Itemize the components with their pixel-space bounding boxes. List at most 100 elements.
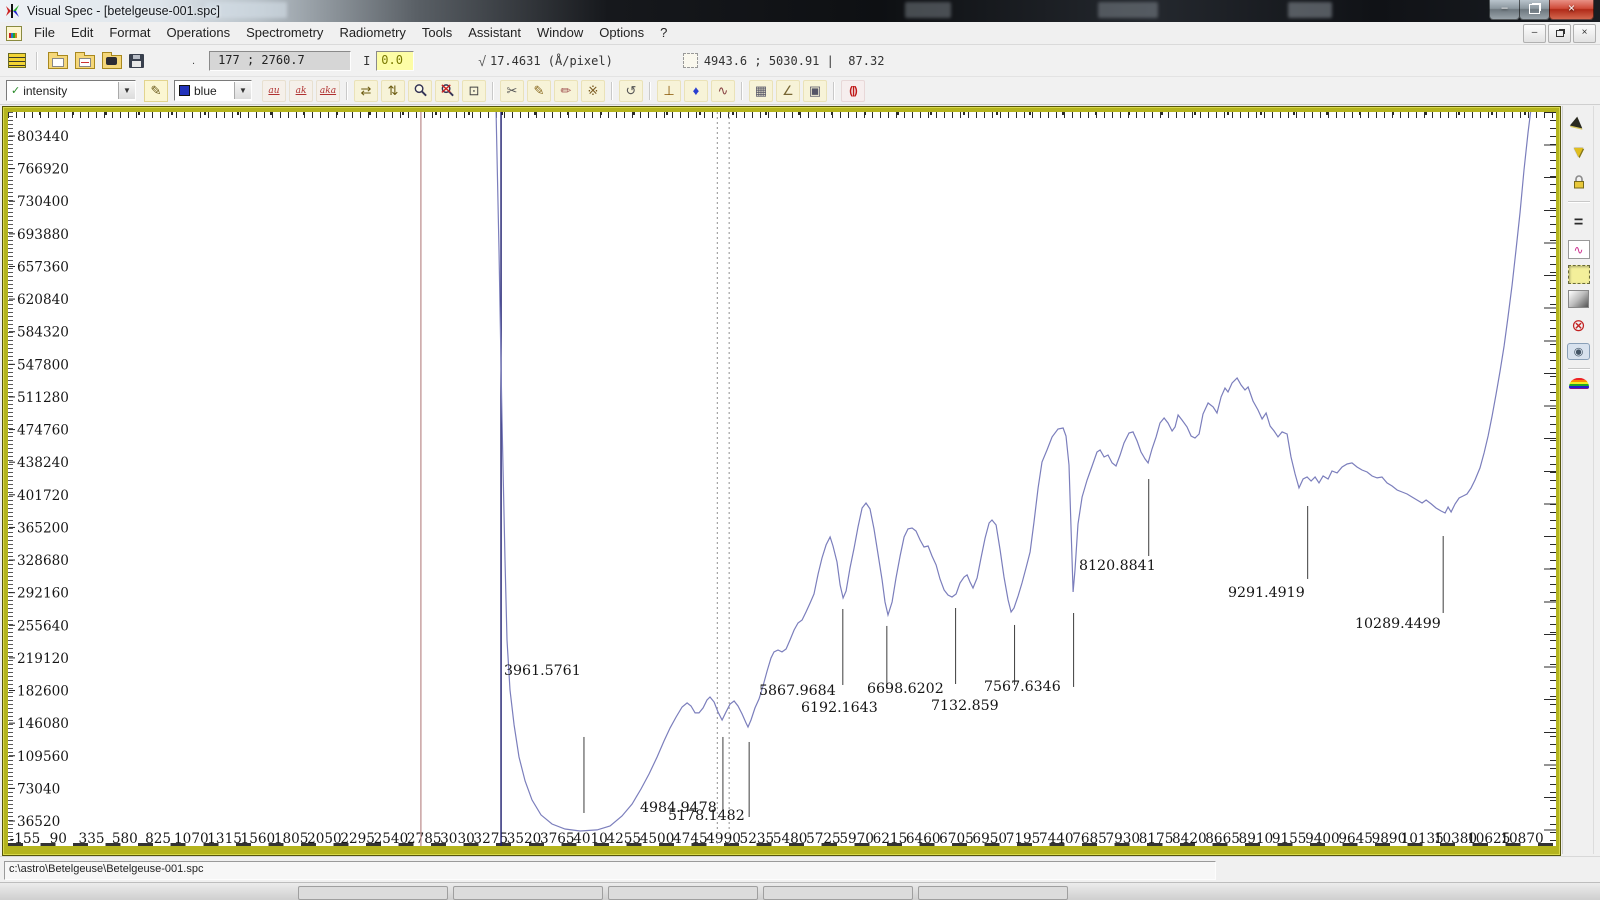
- menu-options[interactable]: Options: [591, 23, 652, 43]
- y-tick-label: 474760: [17, 423, 69, 439]
- pen-tool-button[interactable]: ✎: [144, 79, 168, 102]
- y-tick-label: 584320: [17, 325, 69, 341]
- taskbar-button[interactable]: [763, 886, 913, 900]
- wavelength-annotation: 5178.1482: [668, 808, 745, 824]
- fit-height-icon[interactable]: ⇅: [381, 79, 405, 102]
- y-tick-label: 292160: [17, 586, 69, 602]
- x-tick-label: 7685: [1072, 831, 1107, 846]
- file-buttons: [8, 51, 144, 70]
- menu-[interactable]: ?: [652, 23, 675, 43]
- baseline-icon[interactable]: ⊥: [657, 79, 681, 102]
- x-tick-label: 3765: [540, 831, 575, 846]
- taskbar-button[interactable]: [298, 886, 448, 900]
- pointer-icon[interactable]: ▶: [1562, 107, 1595, 140]
- element-lines-2-icon[interactable]: ak: [289, 79, 313, 102]
- menu-window[interactable]: Window: [529, 23, 591, 43]
- audio-icon[interactable]: (|): [841, 79, 865, 102]
- undo-icon[interactable]: ↺: [619, 79, 643, 102]
- y-tick-label: 182600: [17, 684, 69, 700]
- document-icon[interactable]: [6, 25, 22, 41]
- toolbar-separator: [741, 81, 743, 100]
- fit-width-icon[interactable]: ⇄: [354, 79, 378, 102]
- restore-icon: [1529, 4, 1540, 14]
- taskbar-button[interactable]: [918, 886, 1068, 900]
- open-image-icon[interactable]: [48, 52, 68, 69]
- color-select[interactable]: blue ▼: [174, 80, 252, 101]
- spectrum-plot[interactable]: 803440 766920 730400 693880 657360 620840 5843…: [8, 112, 1556, 846]
- y-tick-label: 803440: [17, 129, 69, 145]
- x-tick-label: 9400: [1305, 831, 1340, 846]
- gradient-icon[interactable]: [1568, 290, 1589, 308]
- funnel-icon[interactable]: ▼: [1567, 141, 1591, 164]
- brush-icon[interactable]: ※: [581, 79, 605, 102]
- x-tick-label: 4010: [573, 831, 608, 846]
- main-toolbar: . 177 ; 2760.7 I 0.0 √ 17.4631 (Å/pixel)…: [0, 45, 1600, 77]
- menu-format[interactable]: Format: [101, 23, 158, 43]
- x-tick-label: 3275: [473, 831, 508, 846]
- mdi-restore-button[interactable]: [1548, 24, 1571, 43]
- series-select[interactable]: ✓ intensity ▼: [6, 80, 136, 101]
- open-profile-icon[interactable]: [75, 52, 95, 69]
- open-reference-icon[interactable]: [102, 52, 122, 69]
- visual-spec-window: Visual Spec - [betelgeuse-001.spc] – × F…: [0, 0, 1600, 900]
- menu-assistant[interactable]: Assistant: [460, 23, 529, 43]
- tool-buttons: au ak aka ⇄ ⇅ ⊡ ✂ ✎ ✏ ※ ↺ ⊥ ♦ ∿ ▦ ∠ ▣ (|): [262, 79, 865, 102]
- y-tick-label: 730400: [17, 194, 69, 210]
- unzoom-icon[interactable]: [435, 79, 459, 102]
- chevron-down-icon[interactable]: ▼: [118, 82, 135, 99]
- selection-mode-icon[interactable]: [1567, 265, 1590, 284]
- file-path-field: c:\astro\Betelgeuse\Betelgeuse-001.spc: [4, 861, 1216, 880]
- y-tick-label: 657360: [17, 259, 69, 275]
- cut-lines-icon[interactable]: ✂: [500, 79, 524, 102]
- slope-icon[interactable]: ∠: [776, 79, 800, 102]
- camera-icon[interactable]: ◉: [1567, 343, 1590, 360]
- menu-file[interactable]: File: [26, 23, 63, 43]
- tile-windows-icon[interactable]: [8, 53, 26, 68]
- check-icon: ✓: [11, 85, 21, 97]
- background-window-blur: [905, 2, 951, 18]
- intensity-value-field[interactable]: 0.0: [376, 50, 415, 71]
- wavelength-annotation: 9291.4919: [1228, 585, 1305, 601]
- y-tick-label: 109560: [17, 749, 69, 765]
- toolbar-separator: [1567, 201, 1590, 203]
- save-icon[interactable]: [129, 53, 144, 68]
- element-lines-1-icon[interactable]: au: [262, 79, 286, 102]
- mdi-close-button[interactable]: ×: [1573, 24, 1596, 43]
- select-window-icon[interactable]: ⊡: [462, 79, 486, 102]
- x-tick-label: 10870: [1500, 831, 1543, 846]
- pencil-icon[interactable]: ✎: [527, 79, 551, 102]
- dispersion-icon: √: [478, 52, 486, 69]
- taskbar-button[interactable]: [453, 886, 603, 900]
- mdi-minimize-button[interactable]: –: [1523, 24, 1546, 43]
- menu-edit[interactable]: Edit: [63, 23, 101, 43]
- menu-radiometry[interactable]: Radiometry: [331, 23, 413, 43]
- taskbar-button[interactable]: [608, 886, 758, 900]
- toolbar-separator: [649, 81, 651, 100]
- close-button[interactable]: ×: [1549, 0, 1594, 20]
- chevron-down-icon[interactable]: ▼: [234, 82, 251, 99]
- grid-icon[interactable]: ▦: [749, 79, 773, 102]
- equals-icon[interactable]: =: [1567, 211, 1591, 234]
- toolbar-separator: [36, 51, 38, 70]
- restore-button[interactable]: [1519, 0, 1550, 20]
- x-tick-label: 9155: [1272, 831, 1307, 846]
- chart-box-icon[interactable]: ▣: [803, 79, 827, 102]
- minimize-button[interactable]: –: [1489, 0, 1520, 20]
- x-tick-label: 8175: [1139, 831, 1174, 846]
- x-tick-label: -155: [10, 831, 41, 846]
- menu-operations[interactable]: Operations: [159, 23, 239, 43]
- lock-icon[interactable]: [1567, 170, 1591, 193]
- no-zoom-icon[interactable]: ⊗: [1567, 314, 1591, 337]
- element-lines-3-icon[interactable]: aka: [316, 79, 340, 102]
- cursor-position-field[interactable]: 177 ; 2760.7: [209, 50, 352, 71]
- pencil-red-icon[interactable]: ✏: [554, 79, 578, 102]
- menu-tools[interactable]: Tools: [414, 23, 460, 43]
- menu-spectrometry[interactable]: Spectrometry: [238, 23, 331, 43]
- rainbow-icon[interactable]: [1568, 378, 1589, 389]
- spectrum-curve: [495, 112, 1532, 832]
- wavelength-annotation: 7567.6346: [984, 679, 1061, 695]
- curve-window-icon[interactable]: ∿: [1567, 240, 1590, 259]
- zoom-icon[interactable]: [408, 79, 432, 102]
- water-drop-icon[interactable]: ♦: [684, 79, 708, 102]
- wave-icon[interactable]: ∿: [711, 79, 735, 102]
